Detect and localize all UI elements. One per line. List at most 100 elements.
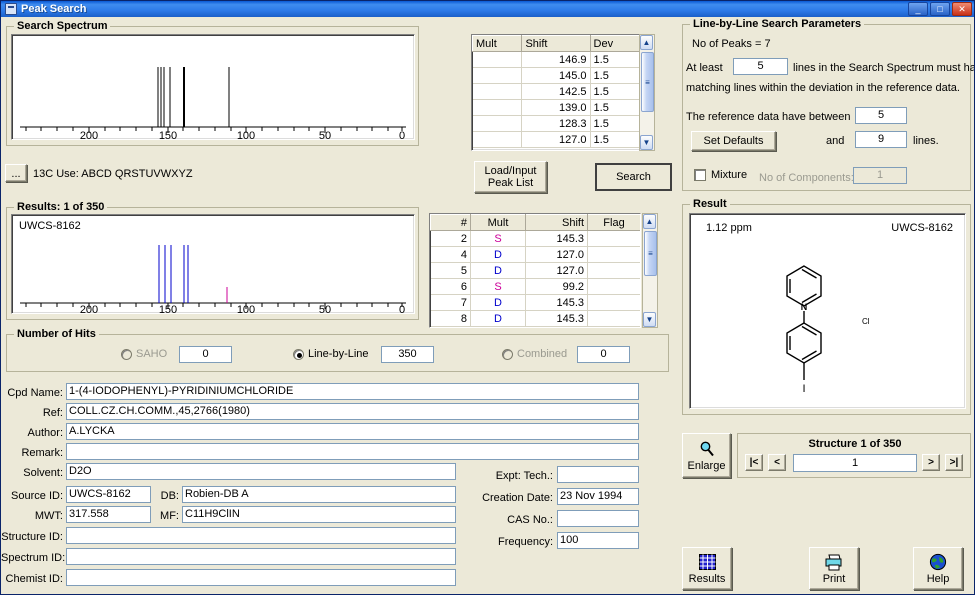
- remark-label: Remark:: [1, 447, 63, 459]
- structure-id-input[interactable]: [66, 527, 456, 544]
- results-group: Results: 1 of 350: [6, 207, 419, 320]
- ref-input[interactable]: COLL.CZ.CH.COMM.,45,2766(1980): [66, 403, 639, 420]
- structure-index-input[interactable]: 1: [793, 454, 917, 472]
- result-structure-label: Result: [690, 198, 730, 210]
- col-mult[interactable]: Mult: [473, 36, 522, 52]
- structure-canvas[interactable]: 1.12 ppm UWCS-8162: [689, 213, 966, 409]
- scroll-down-icon[interactable]: ▼: [640, 135, 653, 150]
- cell-dev: 1.5: [590, 52, 639, 68]
- results-button[interactable]: Results: [682, 547, 732, 590]
- table-row[interactable]: 6 S 99.2: [431, 279, 641, 295]
- enlarge-button[interactable]: Enlarge: [682, 433, 731, 478]
- radio-line-by-line-dot[interactable]: [293, 349, 304, 360]
- scroll-up-icon[interactable]: ▲: [640, 35, 653, 50]
- remark-input[interactable]: [66, 443, 639, 460]
- table-row[interactable]: 7 D 145.3: [431, 295, 641, 311]
- table-row[interactable]: 2 S 145.3: [431, 231, 641, 247]
- load-peak-list-line2: Peak List: [488, 178, 533, 189]
- print-button[interactable]: Print: [809, 547, 859, 590]
- set-defaults-button[interactable]: Set Defaults: [691, 131, 776, 151]
- maximize-button[interactable]: □: [930, 2, 950, 16]
- col-number[interactable]: #: [431, 215, 471, 231]
- next-structure-button[interactable]: >: [922, 454, 940, 471]
- cell-dev: 1.5: [590, 100, 639, 116]
- reference-max-input[interactable]: 9: [855, 131, 907, 148]
- scrollbar-thumb[interactable]: ≡: [641, 52, 654, 112]
- col-dev[interactable]: Dev: [590, 36, 639, 52]
- cpd-name-input[interactable]: 1-(4-IODOPHENYL)-PYRIDINIUMCHLORIDE: [66, 383, 639, 400]
- reference-range-label: The reference data have between: [686, 111, 851, 123]
- radio-saho-dot[interactable]: [121, 349, 132, 360]
- cell-shift: 145.3: [526, 231, 588, 247]
- number-of-hits-label: Number of Hits: [14, 328, 99, 340]
- reference-min-input[interactable]: 5: [855, 107, 907, 124]
- scrollbar-thumb[interactable]: ≡: [644, 231, 657, 276]
- col-flag[interactable]: Flag: [588, 215, 641, 231]
- table-row[interactable]: 8 D 145.3: [431, 311, 641, 327]
- spectrum-id-input[interactable]: [66, 548, 456, 565]
- cell-mult: D: [471, 311, 526, 327]
- table-row[interactable]: 127.0 1.5: [473, 132, 640, 148]
- mixture-check-box[interactable]: [694, 169, 706, 181]
- mixture-checkbox[interactable]: Mixture: [694, 169, 747, 181]
- first-structure-button[interactable]: |<: [745, 454, 763, 471]
- svg-text:150: 150: [159, 130, 177, 139]
- table-row[interactable]: 146.9 1.5: [473, 52, 640, 68]
- frequency-input[interactable]: 100: [557, 532, 639, 549]
- table-row[interactable]: 4 D 127.0: [431, 247, 641, 263]
- cell-mult: [473, 132, 522, 148]
- radio-combined-dot[interactable]: [502, 349, 513, 360]
- radio-line-by-line[interactable]: Line-by-Line: [293, 348, 369, 360]
- radio-saho[interactable]: SAHO: [121, 348, 167, 360]
- search-spectrum-label: Search Spectrum: [14, 20, 110, 32]
- table-row[interactable]: 145.0 1.5: [473, 68, 640, 84]
- help-button[interactable]: Help: [913, 547, 963, 590]
- source-id-label: Source ID:: [1, 490, 63, 502]
- last-structure-button[interactable]: >|: [945, 454, 963, 471]
- spectrum-id-label: Spectrum ID:: [1, 552, 63, 564]
- result-peak-scrollbar[interactable]: ▲ ≡ ▼: [642, 213, 658, 328]
- load-peak-list-button[interactable]: Load/Input Peak List: [474, 161, 547, 193]
- close-icon[interactable]: ✕: [952, 2, 972, 16]
- col-shift[interactable]: Shift: [526, 215, 588, 231]
- search-peak-scrollbar[interactable]: ▲ ≡ ▼: [639, 34, 655, 151]
- minimize-button[interactable]: _: [908, 2, 928, 16]
- cas-no-label: CAS No.:: [463, 514, 553, 526]
- author-input[interactable]: A.LYCKA: [66, 423, 639, 440]
- chemist-id-input[interactable]: [66, 569, 456, 586]
- col-shift[interactable]: Shift: [522, 36, 590, 52]
- col-mult[interactable]: Mult: [471, 215, 526, 231]
- solvent-input[interactable]: D2O: [66, 463, 456, 480]
- search-button[interactable]: Search: [595, 163, 672, 191]
- grid-results-icon: [696, 552, 718, 572]
- source-id-input[interactable]: UWCS-8162: [66, 486, 151, 503]
- cell-number: 7: [431, 295, 471, 311]
- mf-input[interactable]: C11H9ClIN: [182, 506, 456, 523]
- cell-mult: [473, 68, 522, 84]
- expt-tech-input[interactable]: [557, 466, 639, 483]
- table-row[interactable]: 139.0 1.5: [473, 100, 640, 116]
- cell-shift: 145.3: [526, 295, 588, 311]
- cell-number: 6: [431, 279, 471, 295]
- search-peak-table[interactable]: Mult Shift Dev 146.9 1.5 145.0 1.5: [471, 34, 641, 151]
- cell-shift: 145.3: [526, 311, 588, 327]
- prev-structure-button[interactable]: <: [768, 454, 786, 471]
- scroll-up-icon[interactable]: ▲: [643, 214, 656, 229]
- search-spectrum-canvas[interactable]: 200 150 100 50 0: [11, 34, 415, 140]
- scroll-down-icon[interactable]: ▼: [643, 312, 656, 327]
- browse-button[interactable]: ...: [5, 164, 27, 182]
- db-input[interactable]: Robien-DB A: [182, 486, 456, 503]
- results-button-label: Results: [689, 573, 726, 585]
- mwt-input[interactable]: 317.558: [66, 506, 151, 523]
- table-row[interactable]: 142.5 1.5: [473, 84, 640, 100]
- cas-no-input[interactable]: [557, 510, 639, 527]
- svg-text:200: 200: [80, 130, 98, 139]
- result-peak-table[interactable]: # Mult Shift Flag 2 S 145.3 4 D 127.0: [429, 213, 641, 328]
- at-least-input[interactable]: 5: [733, 58, 788, 75]
- peak-search-window: Peak Search _ □ ✕ Search Spectrum: [0, 0, 975, 595]
- result-spectrum-canvas[interactable]: 200 150 100 50 0 UWCS-8162: [11, 214, 415, 314]
- table-row[interactable]: 5 D 127.0: [431, 263, 641, 279]
- radio-combined[interactable]: Combined: [502, 348, 567, 360]
- table-row[interactable]: 128.3 1.5: [473, 116, 640, 132]
- creation-date-input[interactable]: 23 Nov 1994: [557, 488, 639, 505]
